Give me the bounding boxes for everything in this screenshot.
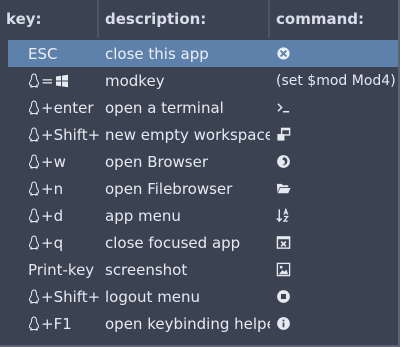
key-label: = — [41, 71, 54, 90]
description-cell: close this app — [105, 44, 209, 63]
key-label: +w — [41, 152, 66, 171]
description-cell: close focused app — [105, 233, 241, 252]
command-cell — [270, 154, 398, 169]
tux-icon — [28, 289, 40, 304]
key-label: +n — [41, 179, 64, 198]
table-row[interactable]: +q close focused app — [8, 229, 398, 256]
table-row[interactable]: ESC close this app — [8, 40, 398, 67]
command-cell — [270, 46, 398, 61]
windows-icon — [55, 74, 69, 88]
tux-icon — [28, 154, 40, 169]
key-label: +F1 — [41, 314, 72, 333]
description-cell: open a terminal — [105, 98, 224, 117]
key-cell: +w — [8, 153, 99, 171]
key-cell: +F1 — [8, 315, 99, 333]
table-row[interactable]: +Shift+n new empty workspace — [8, 121, 398, 148]
key-cell: +Shift+n — [8, 126, 99, 144]
description-cell: new empty workspace — [105, 125, 270, 144]
close-circle-icon — [276, 46, 291, 61]
command-cell — [270, 235, 398, 250]
info-circle-icon — [276, 316, 291, 331]
table-row[interactable]: +F1 open keybinding helper — [8, 310, 398, 337]
description-cell: logout menu — [105, 287, 201, 306]
description-cell: open keybinding helper — [105, 314, 270, 333]
key-cell: +Shift+e — [8, 288, 99, 306]
key-cell: ESC — [8, 45, 99, 63]
key-label: +enter — [41, 98, 94, 117]
windows-stack-icon — [276, 127, 291, 142]
key-cell: = — [8, 72, 99, 90]
terminal-icon — [276, 100, 291, 115]
table-row[interactable]: +Shift+e logout menu — [8, 283, 398, 310]
command-cell — [270, 181, 398, 196]
key-label: +q — [41, 233, 64, 252]
key-label: +Shift+e — [41, 287, 99, 306]
key-label: +d — [41, 206, 64, 225]
command-cell — [270, 100, 398, 115]
sort-alpha-icon — [276, 208, 291, 223]
tux-icon — [28, 316, 40, 331]
key-cell: +q — [8, 234, 99, 252]
tux-icon — [28, 127, 40, 142]
description-cell: open Browser — [105, 152, 208, 171]
image-icon — [276, 262, 291, 277]
folder-open-icon — [276, 181, 291, 196]
description-cell: open Filebrowser — [105, 179, 233, 198]
table-row[interactable]: Print-key screenshot — [8, 256, 398, 283]
firefox-icon — [276, 154, 291, 169]
command-text: (set $mod Mod4) — [276, 72, 396, 89]
key-label: +Shift+n — [41, 125, 99, 144]
key-label: Print-key — [28, 260, 95, 279]
command-cell: (set $mod Mod4) — [270, 73, 398, 89]
table-row[interactable]: = modkey (set $mod Mod4) — [8, 67, 398, 94]
key-label: ESC — [28, 44, 58, 63]
tux-icon — [28, 181, 40, 196]
tux-icon — [28, 208, 40, 223]
window-close-icon — [276, 235, 291, 250]
description-cell: modkey — [105, 71, 165, 90]
table-row[interactable]: +enter open a terminal — [8, 94, 398, 121]
tux-icon — [28, 235, 40, 250]
table-row[interactable]: +n open Filebrowser — [8, 175, 398, 202]
description-cell: app menu — [105, 206, 181, 225]
key-cell: +n — [8, 180, 99, 198]
tux-icon — [28, 73, 40, 88]
header-key[interactable]: key: — [0, 0, 99, 38]
table-header: key: description: command: — [0, 0, 398, 38]
command-cell — [270, 289, 398, 304]
keybinding-list: ESC close this app = modkey (set $mod Mo… — [8, 40, 398, 337]
header-description[interactable]: description: — [99, 0, 270, 38]
key-cell: +d — [8, 207, 99, 225]
stop-circle-icon — [276, 289, 291, 304]
key-cell: Print-key — [8, 261, 99, 279]
command-cell — [270, 208, 398, 223]
table-row[interactable]: +d app menu — [8, 202, 398, 229]
description-cell: screenshot — [105, 260, 188, 279]
key-cell: +enter — [8, 99, 99, 117]
tux-icon — [28, 100, 40, 115]
command-cell — [270, 127, 398, 142]
keybinding-helper-window: key: description: command: ESC close thi… — [0, 0, 400, 347]
command-cell — [270, 316, 398, 331]
command-cell — [270, 262, 398, 277]
header-command[interactable]: command: — [270, 0, 398, 38]
table-row[interactable]: +w open Browser — [8, 148, 398, 175]
